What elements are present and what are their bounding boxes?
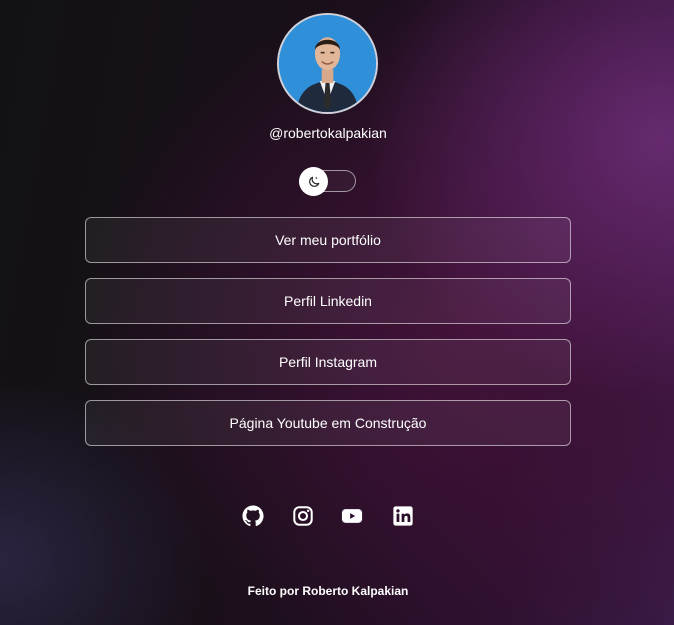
avatar-image <box>279 15 376 112</box>
linkedin-link-button[interactable]: Perfil Linkedin <box>85 278 571 324</box>
portfolio-link-button[interactable]: Ver meu portfólio <box>85 217 571 263</box>
page-container: @robertokalpakian Ver meu portfólio Perf… <box>0 0 674 625</box>
linkedin-icon[interactable] <box>392 505 414 527</box>
youtube-link-button[interactable]: Página Youtube em Construção <box>85 400 571 446</box>
footer-credit: Feito por Roberto Kalpakian <box>247 584 409 598</box>
moon-icon <box>308 176 319 187</box>
social-icons <box>240 505 420 529</box>
theme-toggle[interactable] <box>299 167 356 196</box>
youtube-icon[interactable] <box>341 505 363 527</box>
toggle-knob[interactable] <box>299 167 328 196</box>
instagram-icon[interactable] <box>292 505 314 527</box>
avatar <box>277 13 378 114</box>
username: @robertokalpakian <box>269 125 387 141</box>
link-list: Ver meu portfólio Perfil Linkedin Perfil… <box>85 217 571 461</box>
github-icon[interactable] <box>242 505 264 527</box>
instagram-link-button[interactable]: Perfil Instagram <box>85 339 571 385</box>
